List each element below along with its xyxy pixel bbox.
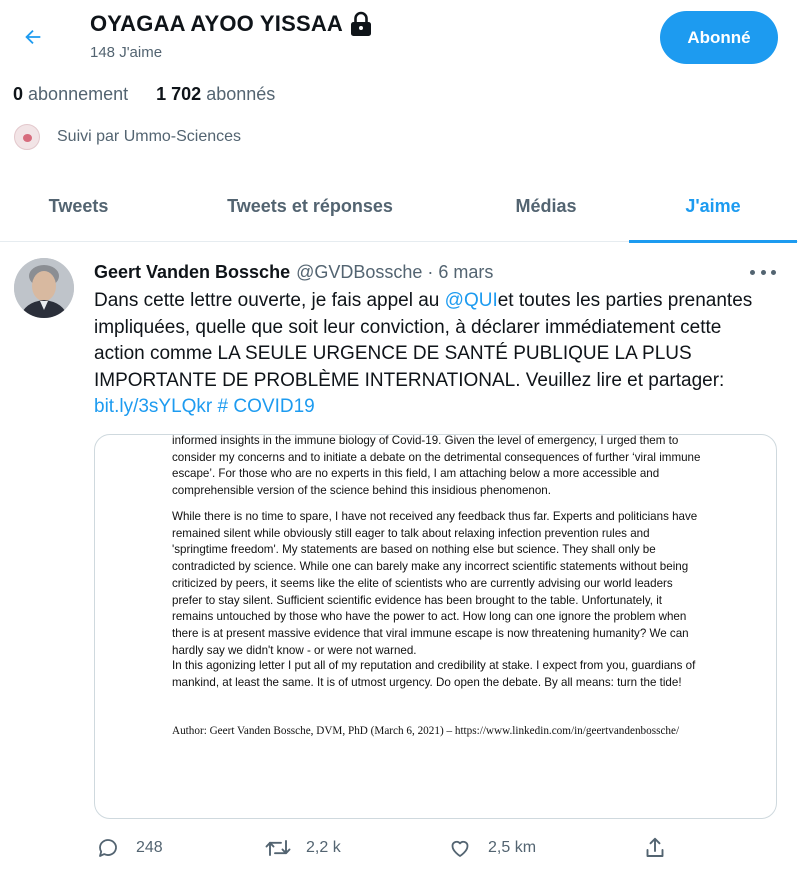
like-icon [451, 840, 469, 857]
title-block: OYAGAA AYOO YISSAA 148 J'aime [90, 10, 373, 61]
share-button[interactable] [643, 833, 667, 863]
like-count: 2,5 km [488, 839, 537, 856]
document-author-line: Author: Geert Vanden Bossche, DVM, PhD (… [172, 725, 680, 737]
followers-label: abonnés [206, 84, 276, 104]
retweet-count: 2,2 k [306, 839, 341, 856]
media-card[interactable]: informed insights in the immune biology … [94, 434, 777, 819]
tab-tweets-and-replies[interactable]: Tweets et réponses [157, 170, 463, 242]
following-label: abonnement [28, 84, 129, 104]
tweet[interactable]: Geert Vanden Bossche @GVDBossche · 6 mar… [0, 243, 798, 871]
followed-by-text: Suivi par Ummo-Sciences [57, 128, 242, 145]
author-handle[interactable]: @GVDBossche [296, 262, 422, 283]
reply-count: 248 [136, 839, 163, 856]
document-paragraph-2: While there is no time to spare, I have … [172, 510, 698, 657]
profile-tabs: Tweets Tweets et réponses Médias J'aime [0, 170, 798, 243]
follower-avatar [14, 124, 40, 150]
reply-button[interactable]: 248 [96, 833, 163, 863]
back-button[interactable] [14, 18, 52, 56]
tweet-date[interactable]: 6 mars [438, 262, 493, 283]
retweet-button[interactable]: 2,2 k [264, 833, 341, 863]
likes-count: 148 J'aime [90, 44, 163, 61]
following-button[interactable]: Abonné [660, 11, 778, 64]
retweet-icon [265, 840, 291, 856]
profile-name-row: OYAGAA AYOO YISSAA [90, 10, 373, 38]
like-button[interactable]: 2,5 km [448, 833, 536, 863]
tab-likes[interactable]: J'aime [629, 170, 797, 243]
separator: · [427, 262, 434, 282]
tab-media[interactable]: Médias [463, 170, 629, 242]
author-name[interactable]: Geert Vanden Bossche [94, 262, 290, 283]
following-value: 0 [13, 84, 24, 104]
back-arrow-icon [25, 29, 41, 45]
avatar[interactable] [14, 258, 74, 318]
profile-header: OYAGAA AYOO YISSAA 148 J'aime Abonné [0, 0, 798, 78]
mention-link[interactable]: @QUI [445, 290, 498, 311]
tweet-text-part1: Dans cette lettre ouverte, je fais appel… [94, 290, 445, 311]
more-icon[interactable] [750, 262, 776, 282]
hashtag-link[interactable]: # COVID19 [218, 396, 315, 417]
tweet-link[interactable]: bit.ly/3sYLQkr [94, 396, 212, 417]
lock-icon [351, 11, 372, 36]
tweet-text: Dans cette lettre ouverte, je fais appel… [94, 288, 774, 421]
tweet-header: Geert Vanden Bossche @GVDBossche · 6 mar… [94, 262, 493, 283]
reply-icon [99, 839, 117, 857]
document-paragraph-3: In this agonizing letter I put all of my… [172, 659, 696, 689]
author-photo [14, 258, 74, 318]
following-link[interactable]: 0 abonnement [13, 84, 128, 105]
tab-tweets[interactable]: Tweets [0, 170, 157, 242]
followed-by[interactable]: Suivi par Ummo-Sciences [14, 124, 241, 150]
followers-value: 1 702 [156, 84, 202, 104]
share-icon [646, 837, 664, 857]
tweet-actions: 248 2,2 k 2,5 km [0, 833, 798, 863]
profile-stats: 0 abonnement 1 702 abonnés [13, 84, 275, 105]
followers-link[interactable]: 1 702 abonnés [156, 84, 275, 105]
document-paragraph-1: informed insights in the immune biology … [172, 434, 701, 498]
profile-name: OYAGAA AYOO YISSAA [90, 11, 344, 36]
